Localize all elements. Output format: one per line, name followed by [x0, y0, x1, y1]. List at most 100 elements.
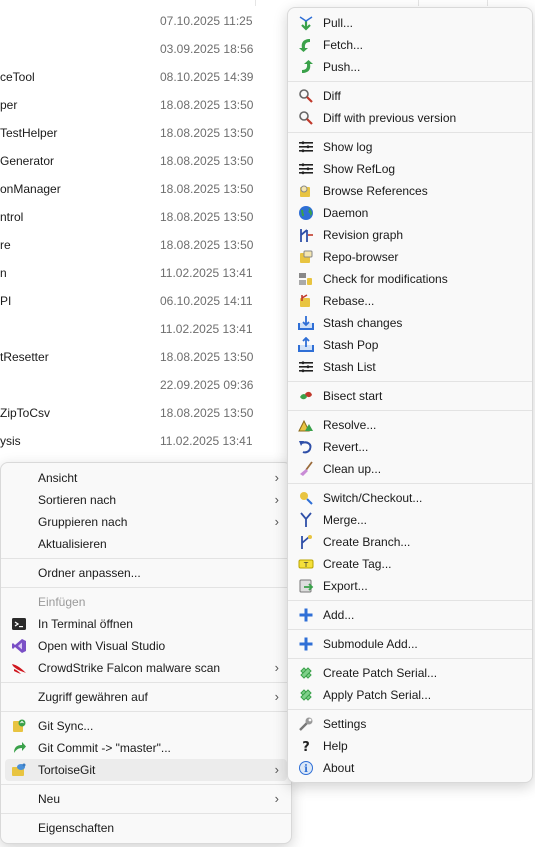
pull-icon — [299, 16, 313, 31]
menu-item-gruppieren-nach[interactable]: Gruppieren nach › — [5, 511, 287, 533]
file-date: 18.08.2025 13:50 — [160, 154, 254, 168]
tgit-item-push[interactable]: Push... — [292, 56, 528, 78]
tgit-item-revert[interactable]: Revert... — [292, 436, 528, 458]
menu-item-neu[interactable]: Neu › — [5, 788, 287, 810]
tgit-item-rebase[interactable]: Rebase... — [292, 290, 528, 312]
menu-item-label: Check for modifications — [323, 272, 448, 286]
menu-item-open-with-visual-studio[interactable]: Open with Visual Studio — [5, 635, 287, 657]
menu-item-zugriff-gewaehren[interactable]: Zugriff gewähren auf › — [5, 686, 287, 708]
menu-item-label: Einfügen — [38, 595, 86, 609]
tgit-item-apply-patch-serial[interactable]: Apply Patch Serial... — [292, 684, 528, 706]
menu-item-crowdstrike-scan[interactable]: CrowdStrike Falcon malware scan › — [5, 657, 287, 679]
menu-separator — [288, 600, 532, 601]
menu-item-label: Clean up... — [323, 462, 382, 476]
file-date: 06.10.2025 14:11 — [160, 294, 253, 308]
tgit-item-stash-changes[interactable]: Stash changes — [292, 312, 528, 334]
menu-item-label: Browse References — [323, 184, 428, 198]
file-row[interactable]: 07.10.2025 11:25 — [0, 7, 300, 35]
tgit-item-clean-up[interactable]: Clean up... — [292, 458, 528, 480]
tgit-item-repo-browser[interactable]: Repo-browser — [292, 246, 528, 268]
file-row[interactable]: ceTool 08.10.2025 14:39 — [0, 63, 300, 91]
chevron-right-icon: › — [274, 514, 279, 529]
menu-item-label: Export... — [323, 579, 368, 593]
tgit-item-bisect-start[interactable]: Bisect start — [292, 385, 528, 407]
add-plus-icon — [299, 608, 313, 622]
menu-item-tortoisegit[interactable]: TortoiseGit › — [5, 759, 287, 781]
file-row[interactable]: ysis 11.02.2025 13:41 — [0, 427, 300, 455]
menu-item-label: Pull... — [323, 16, 354, 30]
tgit-item-stash-list[interactable]: Stash List — [292, 356, 528, 378]
menu-separator — [288, 81, 532, 82]
tgit-item-merge[interactable]: Merge... — [292, 509, 528, 531]
file-row[interactable]: Generator 18.08.2025 13:50 — [0, 147, 300, 175]
tgit-item-switch-checkout[interactable]: Switch/Checkout... — [292, 487, 528, 509]
file-row[interactable]: tResetter 18.08.2025 13:50 — [0, 343, 300, 371]
tgit-item-daemon[interactable]: Daemon — [292, 202, 528, 224]
tgit-item-pull[interactable]: Pull... — [292, 12, 528, 34]
file-row[interactable]: ntrol 18.08.2025 13:50 — [0, 203, 300, 231]
file-date: 03.09.2025 18:56 — [160, 42, 254, 56]
create-branch-icon — [301, 535, 312, 549]
file-name: ceTool — [0, 70, 35, 84]
tgit-item-create-branch[interactable]: Create Branch... — [292, 531, 528, 553]
tgit-item-revision-graph[interactable]: Revision graph — [292, 224, 528, 246]
menu-item-label: Show log — [323, 140, 373, 154]
file-row[interactable]: 11.02.2025 13:41 — [0, 315, 300, 343]
tgit-item-stash-pop[interactable]: Stash Pop — [292, 334, 528, 356]
tgit-item-add[interactable]: Add... — [292, 604, 528, 626]
help-icon: ? — [302, 740, 310, 754]
menu-separator — [1, 558, 291, 559]
tgit-item-submodule-add[interactable]: Submodule Add... — [292, 633, 528, 655]
menu-separator — [288, 658, 532, 659]
file-row[interactable]: PI 06.10.2025 14:11 — [0, 287, 300, 315]
tgit-item-show-log[interactable]: Show log — [292, 136, 528, 158]
menu-item-git-commit[interactable]: Git Commit -> "master"... — [5, 737, 287, 759]
menu-item-aktualisieren[interactable]: Aktualisieren — [5, 533, 287, 555]
file-row[interactable]: TestHelper 18.08.2025 13:50 — [0, 119, 300, 147]
menu-item-label: About — [323, 761, 355, 775]
resolve-icon — [298, 419, 313, 432]
file-row[interactable]: n 11.02.2025 13:41 — [0, 259, 300, 287]
revert-icon — [299, 441, 312, 454]
tgit-item-help[interactable]: ? Help — [292, 735, 528, 757]
crowdstrike-icon — [12, 664, 26, 674]
file-row[interactable]: 03.09.2025 18:56 — [0, 35, 300, 63]
menu-item-ordner-anpassen[interactable]: Ordner anpassen... — [5, 562, 287, 584]
tgit-item-fetch[interactable]: Fetch... — [292, 34, 528, 56]
file-row[interactable]: per 18.08.2025 13:50 — [0, 91, 300, 119]
menu-item-label: Bisect start — [323, 389, 383, 403]
file-row[interactable]: onManager 18.08.2025 13:50 — [0, 175, 300, 203]
tgit-item-create-tag[interactable]: T Create Tag... — [292, 553, 528, 575]
tgit-item-about[interactable]: i About — [292, 757, 528, 779]
menu-item-ansicht[interactable]: Ansicht › — [5, 467, 287, 489]
menu-item-eigenschaften[interactable]: Eigenschaften — [5, 817, 287, 839]
fetch-icon — [299, 39, 310, 52]
menu-item-label: Merge... — [323, 513, 368, 527]
menu-item-label: Git Commit -> "master"... — [38, 741, 171, 755]
tgit-item-export[interactable]: Export... — [292, 575, 528, 597]
menu-item-in-terminal-oeffnen[interactable]: In Terminal öffnen — [5, 613, 287, 635]
tgit-item-diff[interactable]: Diff — [292, 85, 528, 107]
menu-separator — [1, 813, 291, 814]
tortoisegit-submenu: Pull... Fetch... Push... Diff Diff with … — [287, 7, 533, 783]
file-date: 18.08.2025 13:50 — [160, 126, 254, 140]
file-name: re — [0, 238, 11, 252]
menu-item-label: Resolve... — [323, 418, 377, 432]
file-name: ZipToCsv — [0, 406, 51, 420]
menu-item-label: Help — [323, 739, 348, 753]
tgit-item-show-reflog[interactable]: Show RefLog — [292, 158, 528, 180]
file-row[interactable]: ZipToCsv 18.08.2025 13:50 — [0, 399, 300, 427]
tgit-item-settings[interactable]: Settings — [292, 713, 528, 735]
tgit-item-resolve[interactable]: Resolve... — [292, 414, 528, 436]
tgit-item-diff-previous[interactable]: Diff with previous version — [292, 107, 528, 129]
tgit-item-browse-references[interactable]: Browse References — [292, 180, 528, 202]
file-date: 18.08.2025 13:50 — [160, 406, 254, 420]
menu-item-git-sync[interactable]: Git Sync... — [5, 715, 287, 737]
file-row[interactable]: 22.09.2025 09:36 — [0, 371, 300, 399]
tgit-item-check-modifications[interactable]: Check for modifications — [292, 268, 528, 290]
tgit-item-create-patch-serial[interactable]: Create Patch Serial... — [292, 662, 528, 684]
file-row[interactable]: re 18.08.2025 13:50 — [0, 231, 300, 259]
submodule-add-icon — [299, 637, 313, 651]
menu-item-sortieren-nach[interactable]: Sortieren nach › — [5, 489, 287, 511]
tortoisegit-icon — [12, 763, 26, 776]
